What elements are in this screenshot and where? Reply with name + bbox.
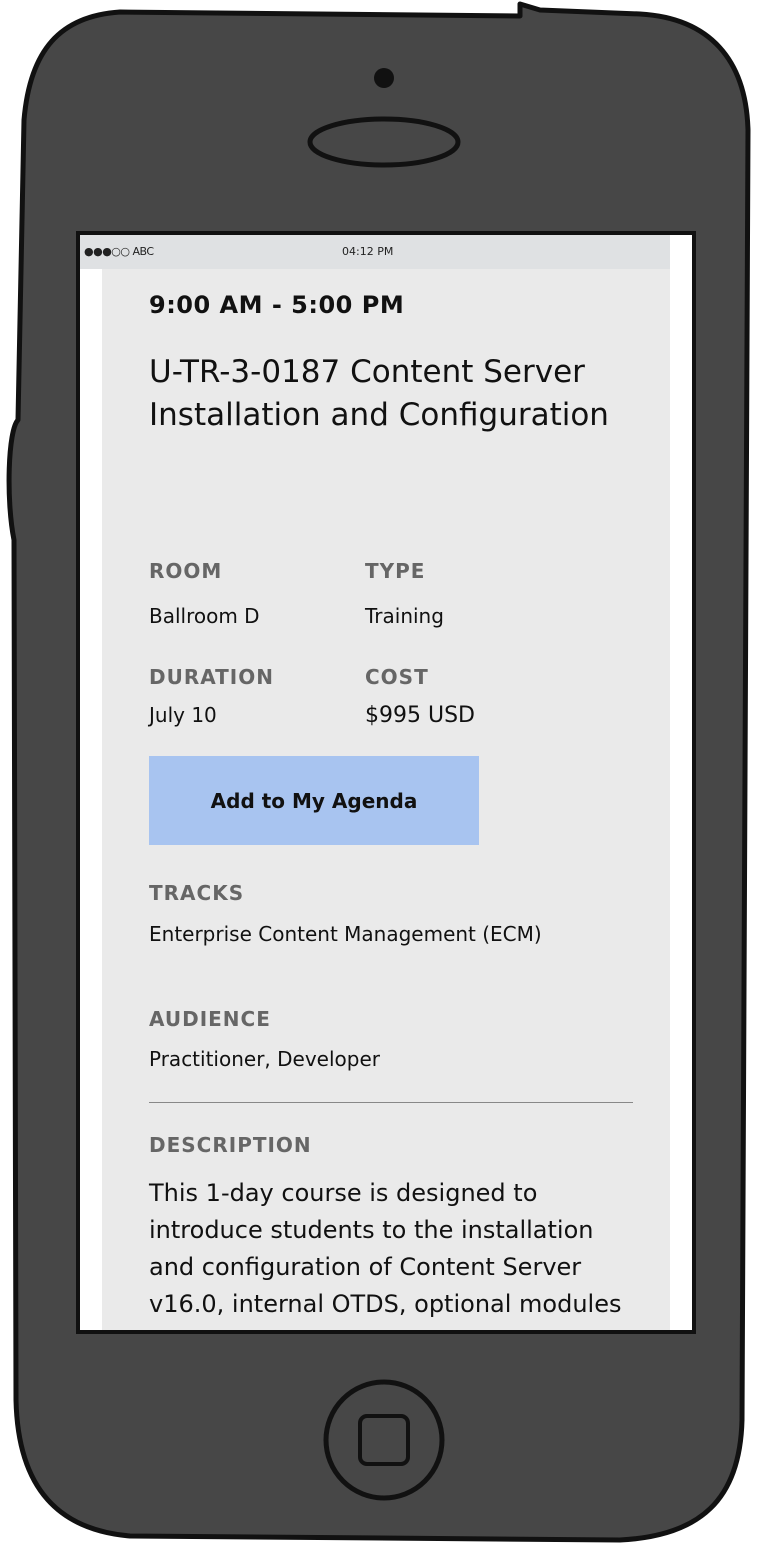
cost-value: $995 USD bbox=[365, 703, 475, 728]
session-time: 9:00 AM - 5:00 PM bbox=[149, 291, 405, 319]
tracks-value: Enterprise Content Management (ECM) bbox=[149, 922, 542, 946]
status-time: 04:12 PM bbox=[342, 245, 394, 258]
duration-label: DURATION bbox=[149, 665, 274, 689]
divider bbox=[149, 1102, 633, 1103]
camera-icon bbox=[374, 68, 394, 88]
status-bar: ●●●○○ ABC 04:12 PM bbox=[80, 235, 692, 269]
audience-value: Practitioner, Developer bbox=[149, 1047, 380, 1071]
room-label: ROOM bbox=[149, 559, 223, 583]
cost-label: COST bbox=[365, 665, 429, 689]
audience-label: AUDIENCE bbox=[149, 1007, 271, 1031]
carrier-signal: ●●●○○ ABC bbox=[84, 245, 154, 258]
phone-screen: ●●●○○ ABC 04:12 PM 9:00 AM - 5:00 PM U-T… bbox=[80, 235, 692, 1330]
scrollbar[interactable] bbox=[670, 235, 692, 1296]
type-value: Training bbox=[365, 604, 444, 628]
add-to-agenda-button[interactable]: Add to My Agenda bbox=[149, 756, 479, 845]
session-detail[interactable]: 9:00 AM - 5:00 PM U-TR-3-0187 Content Se… bbox=[102, 269, 670, 1330]
description-text: This 1-day course is designed to introdu… bbox=[149, 1179, 622, 1330]
description-label: DESCRIPTION bbox=[149, 1133, 312, 1157]
room-value: Ballroom D bbox=[149, 604, 260, 628]
type-label: TYPE bbox=[365, 559, 426, 583]
session-title: U-TR-3-0187 Content Server Installation … bbox=[149, 354, 609, 433]
duration-value: July 10 bbox=[149, 703, 217, 727]
tracks-label: TRACKS bbox=[149, 881, 245, 905]
